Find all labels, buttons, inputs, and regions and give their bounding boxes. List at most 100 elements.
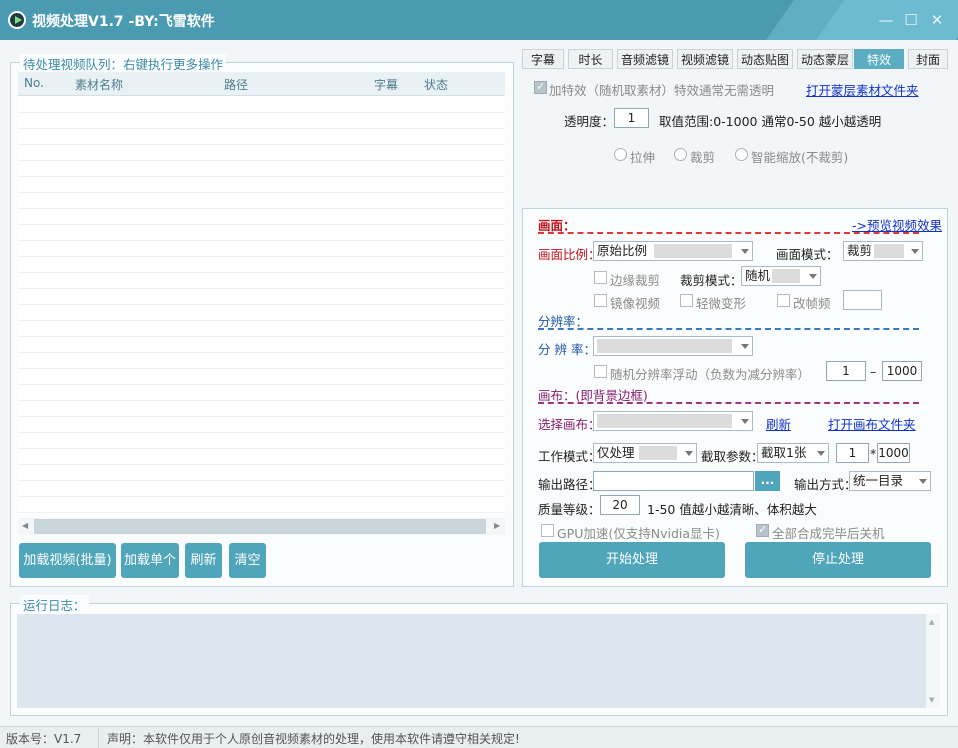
log-group-label: 运行日志：	[20, 595, 89, 614]
gpu-label: GPU加速(仅支持Nvidia显卡)	[557, 526, 720, 541]
resolution-max-input[interactable]: 1000	[882, 361, 922, 381]
mode-smart-scale-radio[interactable]	[735, 148, 748, 161]
status-bar: 版本号：V1.7 声明：本软件仅用于个人原创音视频素材的处理，使用本软件请遵守相…	[0, 726, 958, 748]
minimize-icon[interactable]: —	[877, 11, 895, 29]
log-vertical-scrollbar[interactable]: ▲ ▼	[926, 614, 940, 708]
quality-input[interactable]: 20	[600, 495, 640, 515]
ratio-select[interactable]: 原始比例	[593, 241, 753, 261]
canvas-divider	[538, 402, 919, 404]
clear-button[interactable]: 清空	[229, 543, 266, 578]
resolution-select[interactable]	[593, 336, 753, 356]
tab-cover[interactable]: 封面	[908, 49, 948, 69]
chevron-down-icon	[809, 274, 817, 279]
tab-subtitle[interactable]: 字幕	[522, 49, 564, 69]
close-icon[interactable]: ✕	[928, 11, 946, 29]
mirror-label: 镜像视频	[610, 296, 661, 311]
version-text: 版本号：V1.7	[6, 732, 82, 746]
refresh-button[interactable]: 刷新	[185, 543, 222, 578]
add-effect-checkbox[interactable]	[534, 80, 547, 94]
browse-button[interactable]: ...	[755, 471, 780, 491]
stop-processing-button[interactable]: 停止处理	[745, 542, 931, 578]
crop-mode-value: 随机	[745, 268, 771, 283]
output-path-input[interactable]	[593, 471, 754, 491]
frame-mode-select[interactable]: 裁剪	[843, 241, 923, 261]
canvas-select[interactable]	[593, 411, 753, 431]
capture-count-input[interactable]: 1	[836, 443, 869, 463]
load-single-button[interactable]: 加载单个	[121, 543, 179, 578]
tab-duration[interactable]: 时长	[568, 49, 613, 69]
opacity-label: 透明度：	[564, 114, 615, 129]
column-header-path[interactable]: 路径	[224, 76, 248, 93]
mode-smart-scale-label: 智能缩放(不裁剪)	[751, 150, 849, 165]
canvas-refresh-link[interactable]: 刷新	[766, 414, 791, 433]
fps-label: 改帧频	[793, 296, 831, 311]
mode-crop-label: 裁剪	[690, 150, 716, 165]
scroll-down-icon[interactable]: ▼	[929, 696, 934, 704]
mode-stretch-label: 拉伸	[630, 150, 656, 165]
chevron-down-icon	[911, 249, 919, 254]
resolution-label: 分 辨 率：	[538, 342, 596, 357]
capture-count2-input[interactable]: 1000	[877, 443, 910, 463]
capture-param-select[interactable]: 截取1张	[757, 443, 829, 463]
deform-checkbox[interactable]	[680, 294, 693, 307]
scroll-right-icon[interactable]: ▶	[494, 521, 500, 530]
output-path-label: 输出路径：	[538, 477, 601, 492]
edge-crop-checkbox[interactable]	[594, 271, 607, 284]
title-bar: 视频处理V1.7 -BY:飞雪软件 — ☐ ✕	[0, 0, 958, 40]
chevron-down-icon	[741, 344, 749, 349]
queue-table[interactable]	[18, 97, 505, 515]
frame-mode-value: 裁剪	[847, 243, 873, 258]
random-resolution-label: 随机分辨率浮动（负数为减分辨率）	[610, 367, 811, 382]
crop-mode-select[interactable]: 随机	[741, 266, 821, 286]
column-header-name[interactable]: 素材名称	[75, 76, 123, 93]
scroll-left-icon[interactable]: ◀	[22, 521, 28, 530]
shutdown-label: 全部合成完毕后关机	[772, 526, 885, 541]
capture-param-value: 截取1张	[761, 445, 807, 460]
times-sign: *	[870, 446, 877, 461]
tab-dynamic-mask[interactable]: 动态蒙层	[797, 49, 853, 69]
scroll-up-icon[interactable]: ▲	[929, 618, 934, 626]
resolution-divider	[538, 328, 919, 330]
gpu-checkbox[interactable]	[541, 524, 554, 537]
fps-input[interactable]	[843, 290, 882, 310]
tab-dynamic-sticker[interactable]: 动态贴图	[737, 49, 793, 69]
quality-label: 质量等级：	[538, 502, 601, 517]
load-batch-button[interactable]: 加载视频(批量)	[19, 543, 116, 578]
opacity-hint: 取值范围:0-1000 通常0-50 越小越透明	[659, 114, 882, 129]
crop-mode-label: 裁剪模式：	[680, 273, 743, 288]
queue-table-header: No. 素材名称 路径 字幕 状态	[18, 72, 505, 96]
open-mask-folder-link[interactable]: 打开蒙层素材文件夹	[806, 80, 919, 99]
chevron-down-icon	[741, 419, 749, 424]
frame-divider	[538, 232, 919, 234]
fps-checkbox[interactable]	[777, 294, 790, 307]
column-header-no[interactable]: No.	[24, 76, 44, 90]
tab-effects[interactable]: 特效	[854, 49, 904, 69]
mode-crop-radio[interactable]	[674, 148, 687, 161]
log-textarea[interactable]	[17, 614, 926, 708]
tab-audio-filter[interactable]: 音频滤镜	[617, 49, 673, 69]
work-mode-label: 工作模式：	[538, 449, 601, 464]
chevron-down-icon	[741, 249, 749, 254]
output-mode-value: 统一目录	[853, 473, 904, 488]
maximize-icon[interactable]: ☐	[902, 11, 920, 29]
random-resolution-checkbox[interactable]	[594, 365, 607, 378]
frame-mode-label: 画面模式：	[776, 247, 839, 262]
mirror-checkbox[interactable]	[594, 294, 607, 307]
column-header-status[interactable]: 状态	[424, 76, 448, 93]
mode-stretch-radio[interactable]	[614, 148, 627, 161]
work-mode-select[interactable]: 仅处理	[593, 443, 697, 463]
ratio-label: 画面比例：	[538, 247, 601, 262]
deform-label: 轻微变形	[696, 296, 747, 311]
chevron-down-icon	[919, 479, 927, 484]
tab-video-filter[interactable]: 视频滤镜	[677, 49, 733, 69]
shutdown-checkbox[interactable]	[756, 523, 769, 537]
scroll-thumb[interactable]	[34, 519, 486, 534]
open-canvas-folder-link[interactable]: 打开画布文件夹	[828, 414, 916, 433]
queue-horizontal-scrollbar[interactable]: ◀ ▶	[18, 518, 505, 535]
resolution-dash: –	[870, 364, 877, 379]
opacity-input[interactable]: 1	[614, 108, 649, 128]
start-processing-button[interactable]: 开始处理	[539, 542, 725, 578]
column-header-subtitle[interactable]: 字幕	[374, 76, 398, 93]
resolution-min-input[interactable]: 1	[826, 361, 866, 381]
output-mode-select[interactable]: 统一目录	[849, 471, 931, 491]
